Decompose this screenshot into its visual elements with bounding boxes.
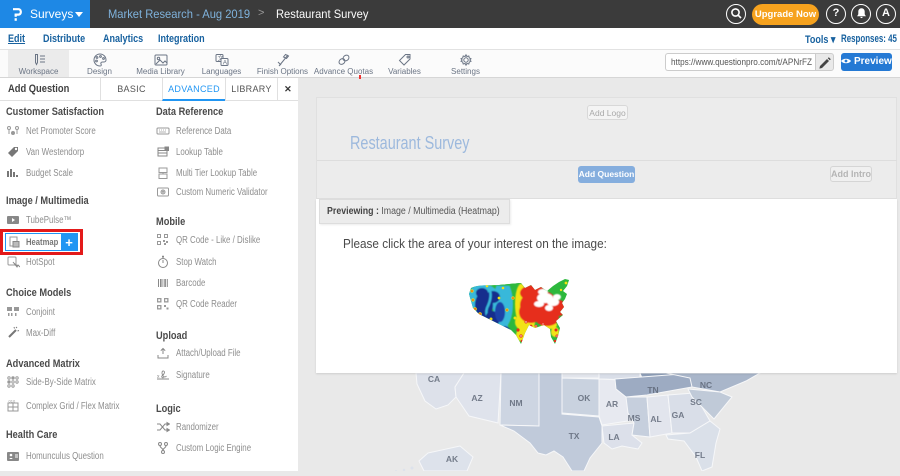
svg-text:AZ: AZ (471, 393, 482, 403)
svg-text:010: 010 (9, 399, 16, 404)
svg-text:A: A (222, 59, 227, 66)
svg-text:OK: OK (578, 393, 592, 403)
svg-text:SC: SC (690, 397, 702, 407)
svg-text:AR: AR (606, 399, 618, 409)
svg-text:NM: NM (509, 398, 522, 408)
svg-text:AK: AK (446, 454, 459, 464)
svg-text:NC: NC (700, 380, 712, 390)
svg-text:CA: CA (428, 374, 440, 384)
svg-text:TN: TN (647, 385, 658, 395)
svg-text:LA: LA (608, 432, 619, 442)
svg-text:GA: GA (672, 410, 685, 420)
svg-text:TX: TX (569, 431, 580, 441)
svg-text:FL: FL (695, 450, 705, 460)
svg-text:MS: MS (628, 413, 641, 423)
svg-text:AL: AL (650, 414, 661, 424)
